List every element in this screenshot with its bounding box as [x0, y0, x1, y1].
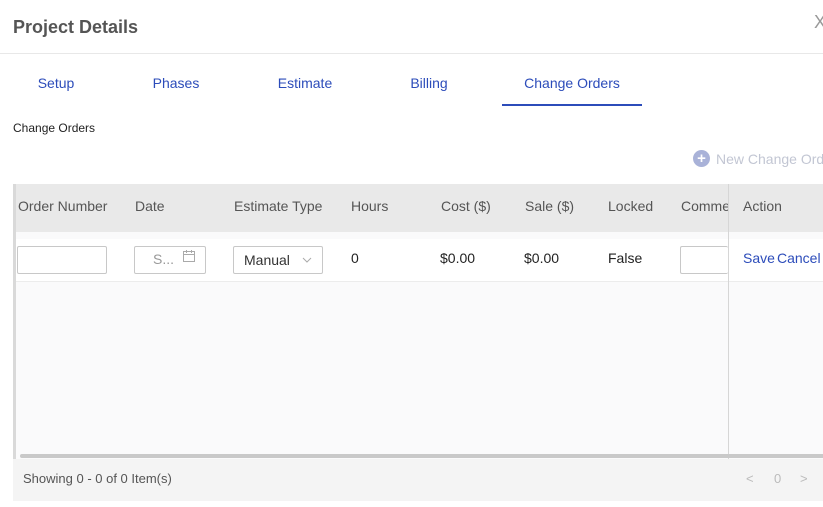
column-header-cost[interactable]: Cost ($): [441, 184, 511, 232]
page-title: Project Details: [13, 17, 139, 37]
estimate-type-value: Manual: [244, 252, 290, 268]
pager-page-number: 0: [774, 471, 782, 486]
new-change-order-button[interactable]: + New Change Order: [693, 150, 823, 167]
hours-cell: 0: [351, 250, 359, 266]
grid-left-border: [13, 184, 16, 459]
horizontal-scrollbar[interactable]: [20, 454, 823, 458]
date-placeholder: S...: [153, 251, 175, 267]
date-picker[interactable]: S...: [134, 246, 206, 274]
tab-billing[interactable]: Billing: [396, 64, 462, 104]
comments-input[interactable]: [680, 246, 728, 274]
pager-next-icon[interactable]: >: [800, 471, 808, 486]
locked-cell: False: [608, 250, 643, 266]
dialog-header: Project Details X: [0, 0, 823, 54]
calendar-icon: [183, 250, 195, 262]
item-count-summary: Showing 0 - 0 of 0 Item(s): [23, 471, 172, 486]
plus-circle-icon: +: [693, 150, 710, 167]
column-header-order-number[interactable]: Order Number: [18, 184, 128, 232]
column-header-estimate-type[interactable]: Estimate Type: [234, 184, 344, 232]
estimate-type-select[interactable]: Manual: [233, 246, 323, 274]
column-header-locked[interactable]: Locked: [608, 184, 668, 232]
chevron-down-icon: [302, 257, 312, 263]
tab-bar: Setup Phases Estimate Billing Change Ord…: [0, 64, 823, 106]
cancel-button[interactable]: Cancel: [777, 250, 821, 266]
column-divider: [728, 184, 729, 459]
order-number-input[interactable]: [17, 246, 107, 274]
sale-cell: $0.00: [524, 250, 560, 266]
tab-phases[interactable]: Phases: [140, 64, 212, 104]
table-row: S... Manual 0 $0.00 $0.00 False Save Can…: [13, 239, 823, 282]
column-header-date[interactable]: Date: [135, 184, 215, 232]
table-header: Order Number Date Estimate Type Hours Co…: [13, 184, 823, 232]
tab-setup[interactable]: Setup: [24, 64, 88, 104]
change-orders-grid: Order Number Date Estimate Type Hours Co…: [13, 184, 823, 459]
section-title: Change Orders: [13, 121, 96, 135]
tab-estimate[interactable]: Estimate: [268, 64, 342, 104]
new-change-order-label: New Change Order: [716, 150, 823, 167]
cost-cell: $0.00: [440, 250, 476, 266]
column-header-sale[interactable]: Sale ($): [525, 184, 595, 232]
column-header-comments[interactable]: Comments: [681, 184, 728, 232]
close-icon[interactable]: X: [814, 12, 823, 32]
pager-prev-icon[interactable]: <: [746, 471, 754, 486]
grid-footer: Showing 0 - 0 of 0 Item(s) < 0 >: [13, 459, 823, 501]
column-header-action: Action: [743, 198, 782, 214]
column-header-hours[interactable]: Hours: [351, 184, 421, 232]
tab-change-orders[interactable]: Change Orders: [502, 64, 642, 106]
save-button[interactable]: Save: [743, 250, 775, 266]
